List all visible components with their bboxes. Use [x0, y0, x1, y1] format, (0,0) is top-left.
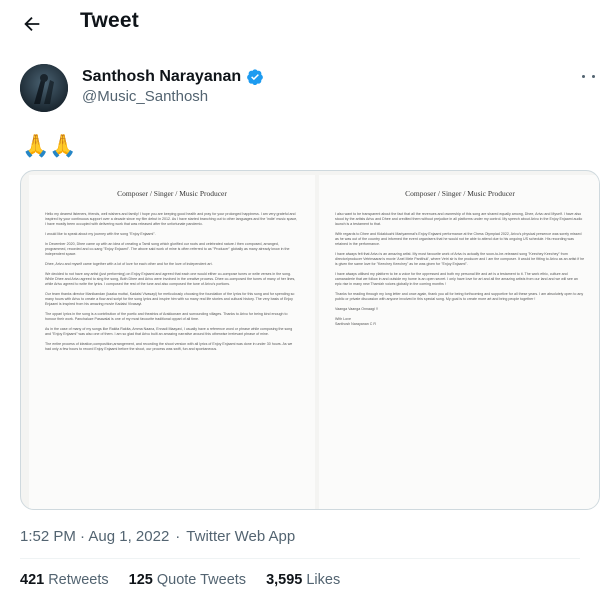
letter-paragraph: Hello my dearest listeners, friends, wel… — [45, 212, 298, 226]
letter-body-left: Hello my dearest listeners, friends, wel… — [45, 212, 299, 352]
quote-tweets-stat[interactable]: 125 Quote Tweets — [129, 572, 246, 588]
back-button[interactable] — [18, 10, 46, 38]
tweet-source-link[interactable]: Twitter Web App — [186, 528, 295, 545]
likes-count: 3,595 — [266, 572, 303, 588]
letter-paragraph: Vaanga Vaanga Onnaagi !! — [335, 307, 378, 311]
tweet-time-link[interactable]: 1:52 PM · Aug 1, 2022 — [20, 528, 169, 545]
letter-paragraph: Thanks for reading through my long lette… — [335, 292, 584, 301]
letter-page-right: Composer / Singer / Music Producer I als… — [319, 175, 599, 509]
likes-stat[interactable]: 3,595 Likes — [266, 572, 340, 588]
letter-paragraph: I also want to be transparent about the … — [335, 212, 583, 226]
page-title: Tweet — [80, 9, 139, 32]
letter-page-left: Composer / Singer / Music Producer Hello… — [29, 175, 315, 509]
author-name[interactable]: Santhosh Narayanan — [82, 68, 241, 86]
tweet-text-content: 🙏🙏 — [22, 134, 77, 159]
letter-paragraph: As in the case of many of my songs like … — [45, 327, 293, 336]
letter-paragraph: Dhee, Arivu and myself came together wit… — [45, 262, 213, 266]
letter-paragraph: I have always utilised my platform to be… — [335, 272, 578, 286]
letter-paragraph: We decided to not have any artist (just … — [45, 272, 296, 286]
retweets-stat[interactable]: 421 Retweets — [20, 572, 109, 588]
timestamp-separator: · — [175, 528, 181, 545]
letter-paragraph: I would like to speak about my journey w… — [45, 232, 156, 236]
quotes-label: Quote Tweets — [156, 572, 247, 588]
author-name-row[interactable]: Santhosh Narayanan — [82, 68, 264, 86]
retweets-label: Retweets — [48, 572, 109, 588]
verified-badge-icon — [247, 69, 264, 86]
letter-body-right: I also want to be transparent about the … — [335, 212, 585, 327]
quotes-count: 125 — [128, 572, 153, 588]
letter-heading-right: Composer / Singer / Music Producer — [405, 189, 515, 198]
tweet-author: Santhosh Narayanan @Music_Santhosh — [20, 64, 600, 114]
letter-paragraph: The entire process of ideation,compositi… — [45, 342, 293, 351]
avatar[interactable] — [20, 64, 68, 112]
page-header: Tweet — [0, 0, 600, 48]
letter-heading-left: Composer / Singer / Music Producer — [117, 189, 227, 198]
avatar-image — [20, 64, 68, 112]
tweet-stats: 421 Retweets 125 Quote Tweets 3,595 Likes — [20, 572, 340, 588]
more-dots-icon — [582, 74, 585, 78]
letter-paragraph: Our team thanks director Manikandan (kaa… — [45, 292, 295, 306]
divider — [20, 558, 580, 559]
tweet-image[interactable]: Composer / Singer / Music Producer Hello… — [20, 170, 600, 510]
author-handle[interactable]: @Music_Santhosh — [82, 88, 208, 105]
letter-paragraph: In December 2020, Dhee came up with an i… — [45, 242, 290, 256]
letter-paragraph: The oppari lyrics in the song is a contr… — [45, 312, 288, 321]
retweets-count: 421 — [20, 572, 45, 588]
tweet-timestamp: 1:52 PM · Aug 1, 2022 · Twitter Web App — [20, 528, 295, 545]
letter-paragraph: I have always felt that Arivu is an amaz… — [335, 252, 585, 266]
arrow-left-icon — [24, 16, 40, 32]
letter-paragraph: With regards to Dhee and Kidakkuzhi Mari… — [335, 232, 582, 246]
more-options-button[interactable] — [582, 68, 600, 84]
letter-paragraph: With Love Santhosh Narayanan C R — [335, 317, 376, 326]
tweet-text: 🙏🙏 — [22, 132, 77, 161]
likes-label: Likes — [306, 572, 341, 588]
